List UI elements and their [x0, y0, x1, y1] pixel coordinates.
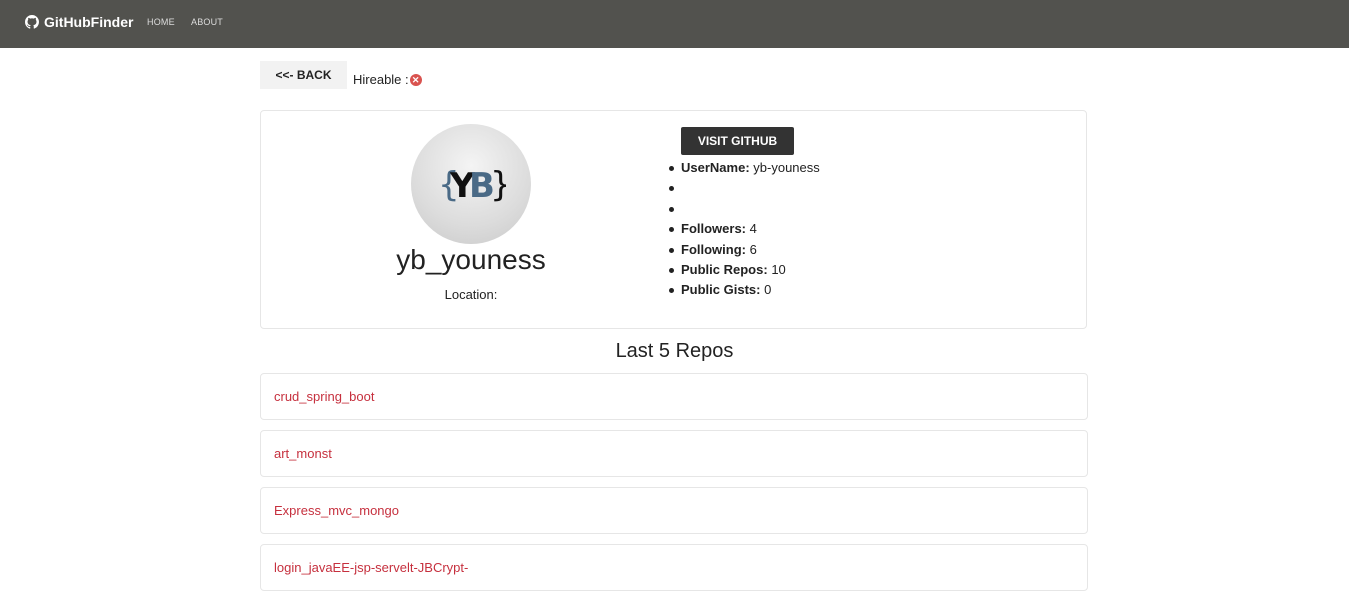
hireable-label: Hireable :	[353, 72, 409, 87]
detail-public-gists: Public Gists: 0	[669, 280, 820, 300]
repo-link[interactable]: Express_mvc_mongo	[274, 503, 399, 518]
repo-card: art_monst	[260, 430, 1088, 477]
repo-card: crud_spring_boot	[260, 373, 1088, 420]
brand-label: GitHubFinder	[44, 14, 134, 30]
repo-card: Express_mvc_mongo	[260, 487, 1088, 534]
yb-logo-icon: { Y B }	[438, 165, 506, 206]
nav-about-link[interactable]: ABOUT	[191, 17, 223, 27]
detail-followers: Followers: 4	[669, 219, 820, 239]
repos-title: Last 5 Repos	[615, 340, 734, 362]
repo-card: login_javaEE-jsp-servelt-JBCrypt-	[260, 544, 1088, 591]
detail-username: UserName: yb-youness	[669, 158, 820, 178]
detail-following: Following: 6	[669, 240, 820, 260]
location-label: Location:	[444, 287, 498, 302]
github-icon	[25, 15, 39, 29]
svg-text:}: }	[490, 165, 506, 205]
profile-name: yb_youness	[396, 244, 546, 275]
detail-public-repos: Public Repos: 10	[669, 260, 820, 280]
brand-link[interactable]: GitHubFinder	[25, 14, 133, 30]
repo-link[interactable]: crud_spring_boot	[274, 389, 374, 404]
visit-github-button[interactable]: VISIT GITHUB	[681, 127, 794, 155]
hireable-status: Hireable : ✕	[353, 72, 422, 87]
avatar: { Y B }	[411, 124, 531, 244]
detail-empty-2	[669, 199, 820, 219]
back-button[interactable]: <<- BACK	[260, 61, 347, 89]
detail-empty-1	[669, 178, 820, 198]
nav-home-link[interactable]: HOME	[147, 17, 175, 27]
repo-link[interactable]: art_monst	[274, 446, 332, 461]
navbar: GitHubFinder HOME ABOUT	[0, 0, 1349, 48]
repo-link[interactable]: login_javaEE-jsp-servelt-JBCrypt-	[274, 560, 468, 575]
x-circle-icon: ✕	[409, 73, 422, 86]
profile-details: UserName: yb-youness Followers: 4 Follow…	[669, 158, 820, 301]
